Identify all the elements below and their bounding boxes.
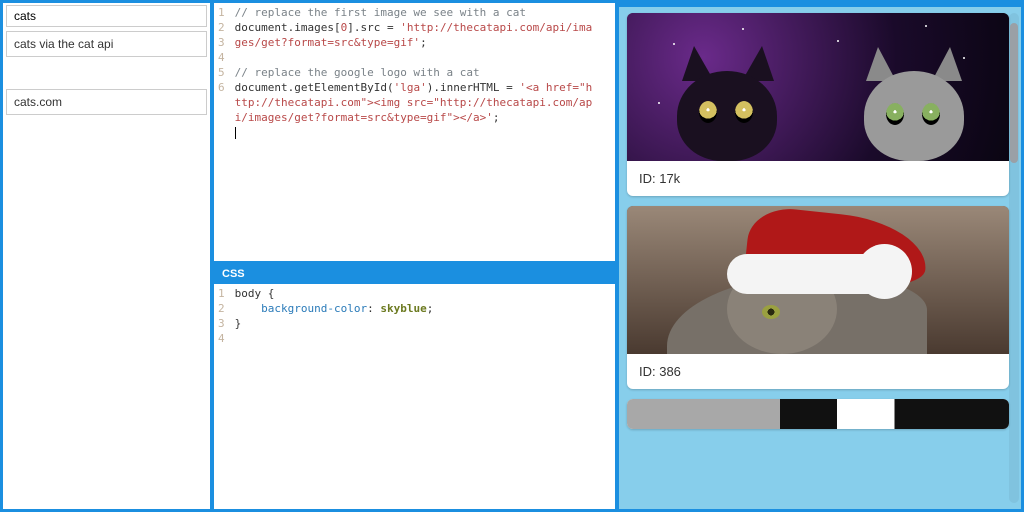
js-code-area[interactable]: 1 2 3 4 5 6 // replace the first image w… <box>214 3 615 261</box>
scrollbar[interactable] <box>1009 13 1019 503</box>
card-id-label: ID: 386 <box>627 354 1009 389</box>
cat-image <box>627 399 1009 429</box>
css-pane-header[interactable]: CSS <box>214 264 615 284</box>
js-gutter: 1 2 3 4 5 6 <box>214 3 231 261</box>
result-card[interactable]: ID: 17k <box>627 13 1009 196</box>
cat-image <box>627 13 1009 161</box>
preview-body[interactable]: ID: 17k ID: 386 <box>619 7 1021 509</box>
app-root: cats via the cat api cats.com 1 2 3 4 5 … <box>0 0 1024 512</box>
sidebar: cats via the cat api cats.com <box>3 3 210 509</box>
search-input[interactable] <box>6 5 207 27</box>
js-code[interactable]: // replace the first image we see with a… <box>231 3 601 261</box>
css-gutter: 1 2 3 4 <box>214 284 231 509</box>
css-code-area[interactable]: 1 2 3 4 body { background-color: skyblue… <box>214 284 615 509</box>
cursor-icon <box>235 127 236 139</box>
result-card[interactable]: ID: 386 <box>627 206 1009 389</box>
editor-column: 1 2 3 4 5 6 // replace the first image w… <box>214 3 615 509</box>
css-code[interactable]: body { background-color: skyblue; } <box>231 284 601 509</box>
card-id-label: ID: 17k <box>627 161 1009 196</box>
sidebar-item[interactable]: cats via the cat api <box>6 31 207 57</box>
cat-image <box>627 206 1009 354</box>
js-editor-pane: 1 2 3 4 5 6 // replace the first image w… <box>214 3 615 261</box>
preview-pane: ID: 17k ID: 386 <box>619 3 1021 509</box>
scrollbar-thumb[interactable] <box>1010 23 1018 163</box>
result-card[interactable] <box>627 399 1009 429</box>
sidebar-item[interactable]: cats.com <box>6 89 207 115</box>
css-editor-pane: CSS 1 2 3 4 body { background-color: sky… <box>214 264 615 509</box>
